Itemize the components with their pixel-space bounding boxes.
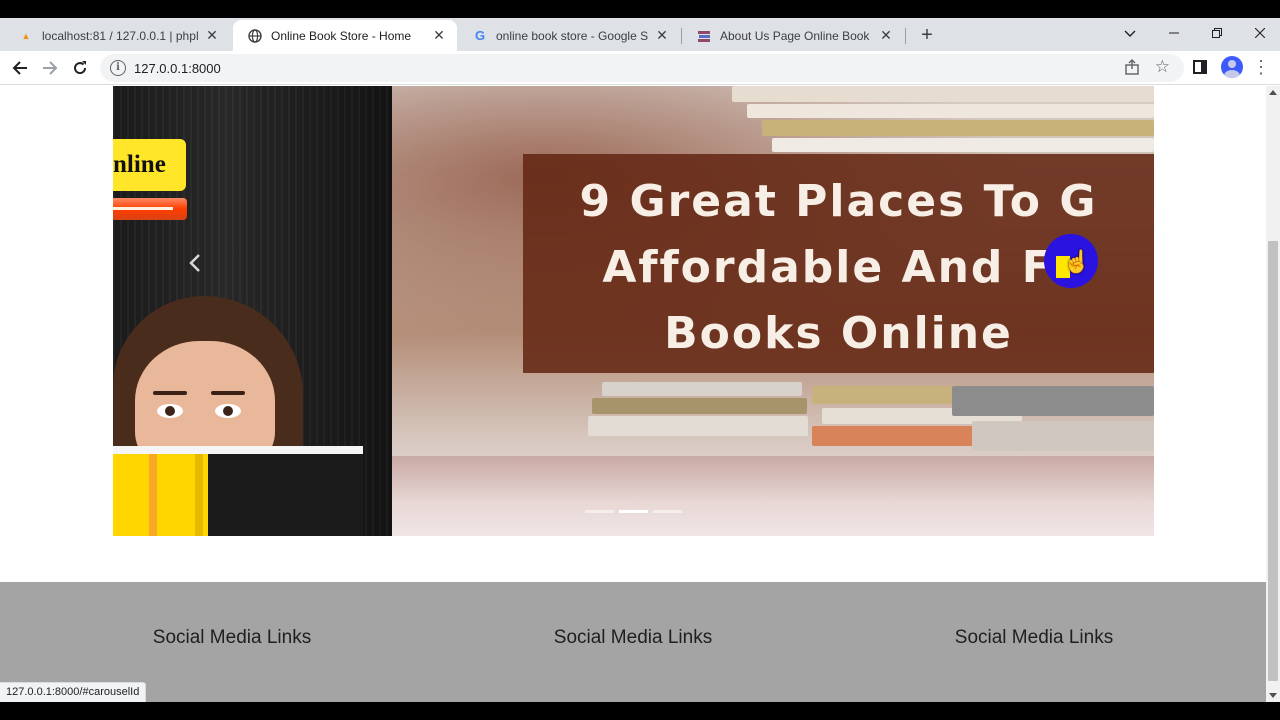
forward-arrow-icon[interactable] xyxy=(36,54,64,82)
tab-about-us[interactable]: About Us Page Online Book Shop ✕ xyxy=(682,20,904,51)
tab-title: localhost:81 / 127.0.0.1 | phpMyA xyxy=(42,28,198,43)
close-window-icon[interactable] xyxy=(1238,18,1280,48)
hand-cursor-icon: ☝ xyxy=(1063,249,1091,274)
carousel-indicator[interactable] xyxy=(619,510,648,513)
footer: Social Media Links Social Media Links So… xyxy=(0,582,1266,702)
more-menu-icon[interactable]: ⋮ xyxy=(1252,55,1270,81)
footer-heading: Social Media Links xyxy=(553,627,713,648)
tab-title: online book store - Google Searc xyxy=(496,28,648,43)
tab-separator xyxy=(905,28,906,44)
footer-heading: Social Media Links xyxy=(954,627,1114,648)
tab-online-book-store[interactable]: Online Book Store - Home ✕ xyxy=(233,20,457,51)
carousel: nline 9 Great Places To G Affordable And… xyxy=(113,86,1154,536)
tab-strip: ▲ localhost:81 / 127.0.0.1 | phpMyA ✕ On… xyxy=(0,18,1280,51)
tab-title: About Us Page Online Book Shop xyxy=(720,28,872,43)
close-icon[interactable]: ✕ xyxy=(878,27,894,44)
scroll-up-icon[interactable] xyxy=(1269,90,1277,95)
close-icon[interactable]: ✕ xyxy=(654,27,670,44)
tab-title: Online Book Store - Home xyxy=(271,28,412,43)
info-icon[interactable]: i xyxy=(110,60,126,76)
url-text: 127.0.0.1:8000 xyxy=(134,61,221,76)
google-icon: G xyxy=(474,28,486,43)
tab-search-icon[interactable] xyxy=(1108,18,1152,48)
browser-window: ▲ localhost:81 / 127.0.0.1 | phpMyA ✕ On… xyxy=(0,18,1280,702)
vertical-scrollbar[interactable] xyxy=(1266,86,1280,702)
page-viewport: nline 9 Great Places To G Affordable And… xyxy=(0,86,1266,702)
side-panel-icon[interactable] xyxy=(1193,60,1207,74)
tab-phpmyadmin[interactable]: ▲ localhost:81 / 127.0.0.1 | phpMyA ✕ xyxy=(4,20,230,51)
tab-google-search[interactable]: G online book store - Google Searc ✕ xyxy=(458,20,680,51)
globe-icon xyxy=(247,28,263,44)
yellow-book-image xyxy=(113,446,363,536)
carousel-prev-icon[interactable] xyxy=(183,251,207,281)
carousel-slide-active: 9 Great Places To G Affordable And Fr Bo… xyxy=(392,86,1154,536)
phpmyadmin-icon: ▲ xyxy=(21,30,31,41)
headline-line-1: 9 Great Places To G xyxy=(579,176,1098,227)
back-arrow-icon[interactable] xyxy=(6,54,34,82)
carousel-indicator[interactable] xyxy=(585,510,614,513)
carousel-indicator[interactable] xyxy=(653,510,682,513)
close-icon[interactable]: ✕ xyxy=(204,27,220,44)
minimize-icon[interactable] xyxy=(1152,18,1196,48)
avatar[interactable] xyxy=(1221,56,1243,78)
scroll-down-icon[interactable] xyxy=(1269,693,1277,698)
footer-heading: Social Media Links xyxy=(152,627,312,648)
reload-icon[interactable] xyxy=(66,54,94,82)
browser-toolbar: i 127.0.0.1:8000 ☆ ⋮ xyxy=(0,51,1280,85)
pencil-image xyxy=(113,198,187,220)
carousel-slide-previous: nline xyxy=(113,86,392,536)
headline-line-3: Books Online xyxy=(664,308,1013,359)
book-stack-icon xyxy=(696,28,712,44)
share-icon[interactable] xyxy=(1124,59,1140,78)
restore-icon[interactable] xyxy=(1195,18,1239,48)
address-bar[interactable]: i 127.0.0.1:8000 ☆ xyxy=(100,54,1184,82)
online-badge: nline xyxy=(113,139,186,191)
bookmark-star-icon[interactable]: ☆ xyxy=(1155,57,1170,77)
new-tab-button[interactable]: + xyxy=(914,22,940,48)
scrollbar-thumb[interactable] xyxy=(1268,241,1278,681)
carousel-indicators xyxy=(585,510,685,514)
status-bar-url: 127.0.0.1:8000/#carouselId xyxy=(0,682,147,702)
close-icon[interactable]: ✕ xyxy=(431,27,447,44)
